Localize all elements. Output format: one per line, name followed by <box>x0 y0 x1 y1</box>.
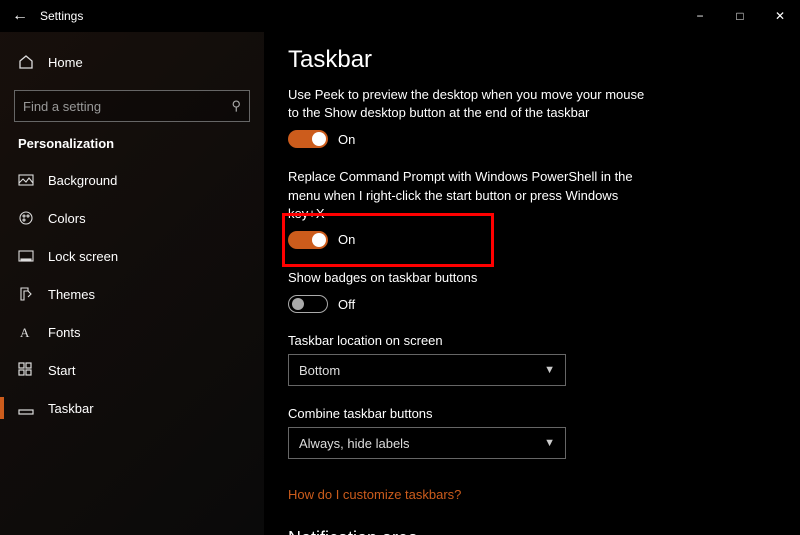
sidebar-category: Personalization <box>0 136 264 161</box>
search-box[interactable]: ⚲ <box>14 90 250 122</box>
setting-location-label: Taskbar location on screen <box>288 333 768 348</box>
sidebar-item-label: Themes <box>48 287 95 302</box>
sidebar-item-background[interactable]: Background <box>0 161 264 199</box>
select-combine-value: Always, hide labels <box>299 436 410 451</box>
svg-text:A: A <box>20 325 30 340</box>
page-title: Taskbar <box>288 46 768 74</box>
back-button[interactable]: ← <box>0 7 40 25</box>
section-notification-area: Notification area <box>288 528 768 535</box>
titlebar: ← Settings − □ ✕ <box>0 0 800 32</box>
sidebar-item-lockscreen[interactable]: Lock screen <box>0 237 264 275</box>
setting-location: Taskbar location on screen Bottom ▼ <box>288 333 768 386</box>
toggle-badges[interactable] <box>288 295 328 313</box>
select-location[interactable]: Bottom ▼ <box>288 354 566 386</box>
lock-icon <box>18 248 34 264</box>
setting-combine-label: Combine taskbar buttons <box>288 406 768 421</box>
setting-badges-desc: Show badges on taskbar buttons <box>288 269 648 287</box>
sidebar-item-themes[interactable]: Themes <box>0 275 264 313</box>
chevron-down-icon: ▼ <box>544 437 555 449</box>
taskbar-icon <box>18 400 34 416</box>
select-location-value: Bottom <box>299 363 340 378</box>
search-input[interactable] <box>23 99 231 114</box>
minimize-button[interactable]: − <box>680 0 720 32</box>
sidebar-item-taskbar[interactable]: Taskbar <box>0 389 264 427</box>
sidebar-item-label: Fonts <box>48 325 81 340</box>
search-icon: ⚲ <box>231 98 241 114</box>
maximize-button[interactable]: □ <box>720 0 760 32</box>
font-icon: A <box>18 324 34 340</box>
toggle-powershell[interactable] <box>288 231 328 249</box>
content: Taskbar Use Peek to preview the desktop … <box>264 32 800 535</box>
sidebar-item-label: Start <box>48 363 75 378</box>
link-customize[interactable]: How do I customize taskbars? <box>288 487 461 502</box>
close-button[interactable]: ✕ <box>760 0 800 32</box>
sidebar-item-label: Lock screen <box>48 249 118 264</box>
sidebar-item-colors[interactable]: Colors <box>0 199 264 237</box>
toggle-badges-state: Off <box>338 297 355 312</box>
grid-icon <box>18 362 34 378</box>
setting-peek-desc: Use Peek to preview the desktop when you… <box>288 86 648 122</box>
image-icon <box>18 172 34 188</box>
sidebar-item-label: Colors <box>48 211 86 226</box>
sidebar-home[interactable]: Home <box>0 44 264 80</box>
sidebar-item-label: Taskbar <box>48 401 94 416</box>
sidebar: Home ⚲ Personalization Background Colors… <box>0 32 264 535</box>
setting-badges: Show badges on taskbar buttons Off <box>288 269 768 313</box>
setting-combine: Combine taskbar buttons Always, hide lab… <box>288 406 768 459</box>
window-title: Settings <box>40 9 83 23</box>
theme-icon <box>18 286 34 302</box>
select-combine[interactable]: Always, hide labels ▼ <box>288 427 566 459</box>
palette-icon <box>18 210 34 226</box>
toggle-powershell-state: On <box>338 232 355 247</box>
sidebar-item-start[interactable]: Start <box>0 351 264 389</box>
sidebar-item-label: Background <box>48 173 117 188</box>
setting-powershell: Replace Command Prompt with Windows Powe… <box>288 168 768 249</box>
setting-peek: Use Peek to preview the desktop when you… <box>288 86 768 148</box>
sidebar-home-label: Home <box>48 55 83 70</box>
home-icon <box>18 54 34 70</box>
chevron-down-icon: ▼ <box>544 364 555 376</box>
toggle-peek-state: On <box>338 132 355 147</box>
sidebar-item-fonts[interactable]: A Fonts <box>0 313 264 351</box>
toggle-peek[interactable] <box>288 130 328 148</box>
setting-powershell-desc: Replace Command Prompt with Windows Powe… <box>288 168 648 223</box>
